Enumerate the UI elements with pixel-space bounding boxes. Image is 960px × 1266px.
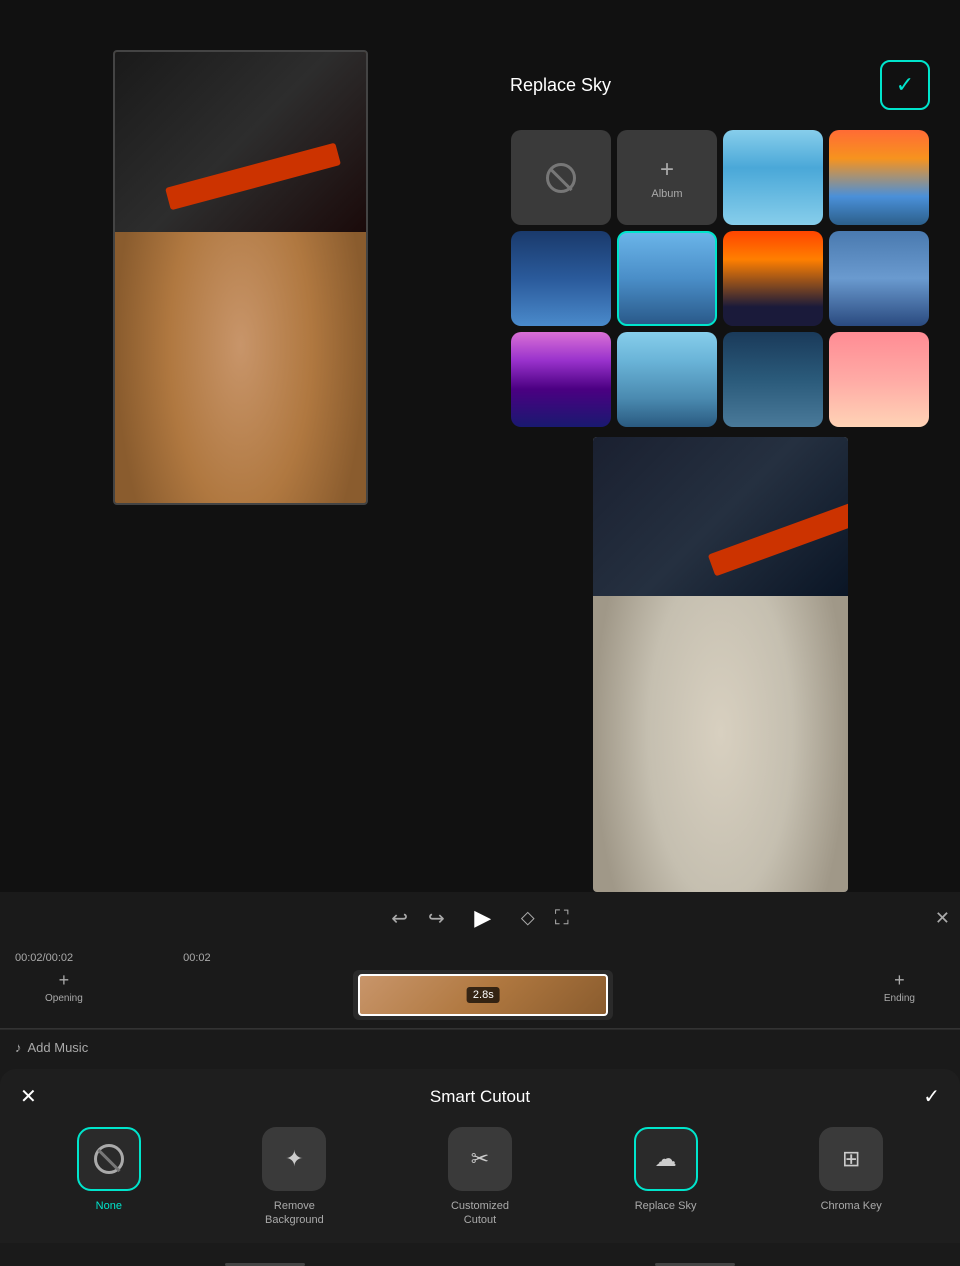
replace-sky-confirm-button[interactable]: ✓	[880, 60, 930, 110]
cutout-none-label: None	[96, 1199, 122, 1213]
expand-button[interactable]: ⛶	[555, 907, 569, 930]
smart-cutout-confirm-button[interactable]: ✓	[923, 1084, 940, 1109]
right-panel: Replace Sky ✓ + Album	[480, 30, 960, 892]
cutout-customized-icon-box: ✂	[448, 1127, 512, 1191]
time-display-right: 00:02	[183, 952, 211, 964]
replace-sky-header: Replace Sky ✓	[505, 50, 935, 120]
opening-label: Opening	[45, 993, 83, 1004]
sky-option-8[interactable]	[617, 332, 717, 427]
sky-options-grid: + Album	[506, 130, 934, 427]
cutout-option-replace-sky[interactable]: ☁ Replace Sky	[626, 1127, 706, 1213]
cutout-chroma-key-icon-box: ⊞	[819, 1127, 883, 1191]
album-plus-icon: +	[660, 156, 674, 184]
undo-button[interactable]: ↩	[391, 906, 408, 931]
smart-cutout-header: ✕ Smart Cutout ✓	[20, 1084, 940, 1109]
cutout-option-none[interactable]: None	[69, 1127, 149, 1213]
cutout-option-chroma-key[interactable]: ⊞ Chroma Key	[811, 1127, 891, 1213]
sky-option-3[interactable]	[511, 231, 611, 326]
sky-option-10[interactable]	[829, 332, 929, 427]
customized-icon: ✂	[471, 1146, 489, 1172]
smart-cutout-panel: ✕ Smart Cutout ✓ None ✦ Remove Backgroun…	[0, 1069, 960, 1243]
cutout-options-row: None ✦ Remove Background ✂ Customized Cu…	[20, 1127, 940, 1228]
replace-sky-title: Replace Sky	[510, 75, 611, 96]
diamond-button[interactable]: ⬦	[521, 907, 535, 930]
opening-ending-row: + Opening 2.8s + Ending	[30, 970, 930, 1020]
scrollbar-right	[655, 1263, 735, 1266]
sky-option-1[interactable]	[723, 130, 823, 225]
smart-cutout-title: Smart Cutout	[430, 1087, 530, 1107]
segment-label: 2.8s	[467, 987, 500, 1003]
sky-option-2[interactable]	[829, 130, 929, 225]
right-video-image	[593, 437, 848, 892]
replace-sky-icon: ☁	[655, 1146, 677, 1172]
chroma-key-icon: ⊞	[842, 1146, 860, 1172]
bottom-section: ↩ ↪ ▶ ⬦ ⛶ ✕ 00:02/00:02 00:02 + Opening …	[0, 892, 960, 1266]
cutout-remove-bg-icon-box: ✦	[262, 1127, 326, 1191]
album-label: Album	[651, 188, 682, 200]
scrollbar-left	[225, 1263, 305, 1266]
cutout-replace-sky-icon-box: ☁	[634, 1127, 698, 1191]
timeline-area: 00:02/00:02 00:02 + Opening 2.8s + Endin…	[0, 944, 960, 1029]
ending-button[interactable]: + Ending	[884, 970, 915, 1020]
redo-button[interactable]: ↪	[428, 906, 445, 931]
smart-cutout-close-button[interactable]: ✕	[20, 1084, 37, 1109]
sky-option-6[interactable]	[829, 231, 929, 326]
playback-controls-row: ↩ ↪ ▶ ⬦ ⛶ ✕	[0, 892, 960, 944]
time-display-left: 00:02/00:02	[15, 952, 73, 964]
sky-option-none[interactable]	[511, 130, 611, 225]
ending-icon: +	[894, 970, 905, 991]
cutout-replace-sky-label: Replace Sky	[635, 1199, 697, 1213]
timeline-track[interactable]: 2.8s	[353, 970, 613, 1020]
cutout-none-icon	[94, 1144, 124, 1174]
cutout-none-icon-box	[77, 1127, 141, 1191]
left-video-thumbnail[interactable]	[113, 50, 368, 505]
left-video-image	[115, 52, 366, 503]
opening-icon: +	[59, 970, 70, 991]
remove-bg-icon: ✦	[285, 1146, 303, 1172]
close-button[interactable]: ✕	[935, 908, 950, 929]
none-icon	[546, 163, 576, 193]
sky-option-4-selected[interactable]	[617, 231, 717, 326]
sky-option-album[interactable]: + Album	[617, 130, 717, 225]
top-section: Replace Sky ✓ + Album	[0, 0, 960, 892]
right-video-thumbnail[interactable]	[593, 437, 848, 892]
add-music-row[interactable]: ♪ Add Music	[0, 1029, 960, 1065]
cutout-chroma-key-label: Chroma Key	[821, 1199, 882, 1213]
opening-button[interactable]: + Opening	[45, 970, 83, 1020]
left-preview-area	[0, 30, 480, 505]
play-button[interactable]: ▶	[465, 900, 501, 936]
ending-label: Ending	[884, 993, 915, 1004]
add-music-label: Add Music	[28, 1040, 89, 1055]
sky-option-9[interactable]	[723, 332, 823, 427]
sky-option-5[interactable]	[723, 231, 823, 326]
cutout-customized-label: Customized Cutout	[440, 1199, 520, 1228]
cutout-option-customized[interactable]: ✂ Customized Cutout	[440, 1127, 520, 1228]
cutout-remove-bg-label: Remove Background	[254, 1199, 334, 1228]
sky-option-7[interactable]	[511, 332, 611, 427]
music-icon: ♪	[15, 1040, 22, 1055]
time-row: 00:02/00:02 00:02	[15, 952, 945, 964]
cutout-option-remove-bg[interactable]: ✦ Remove Background	[254, 1127, 334, 1228]
